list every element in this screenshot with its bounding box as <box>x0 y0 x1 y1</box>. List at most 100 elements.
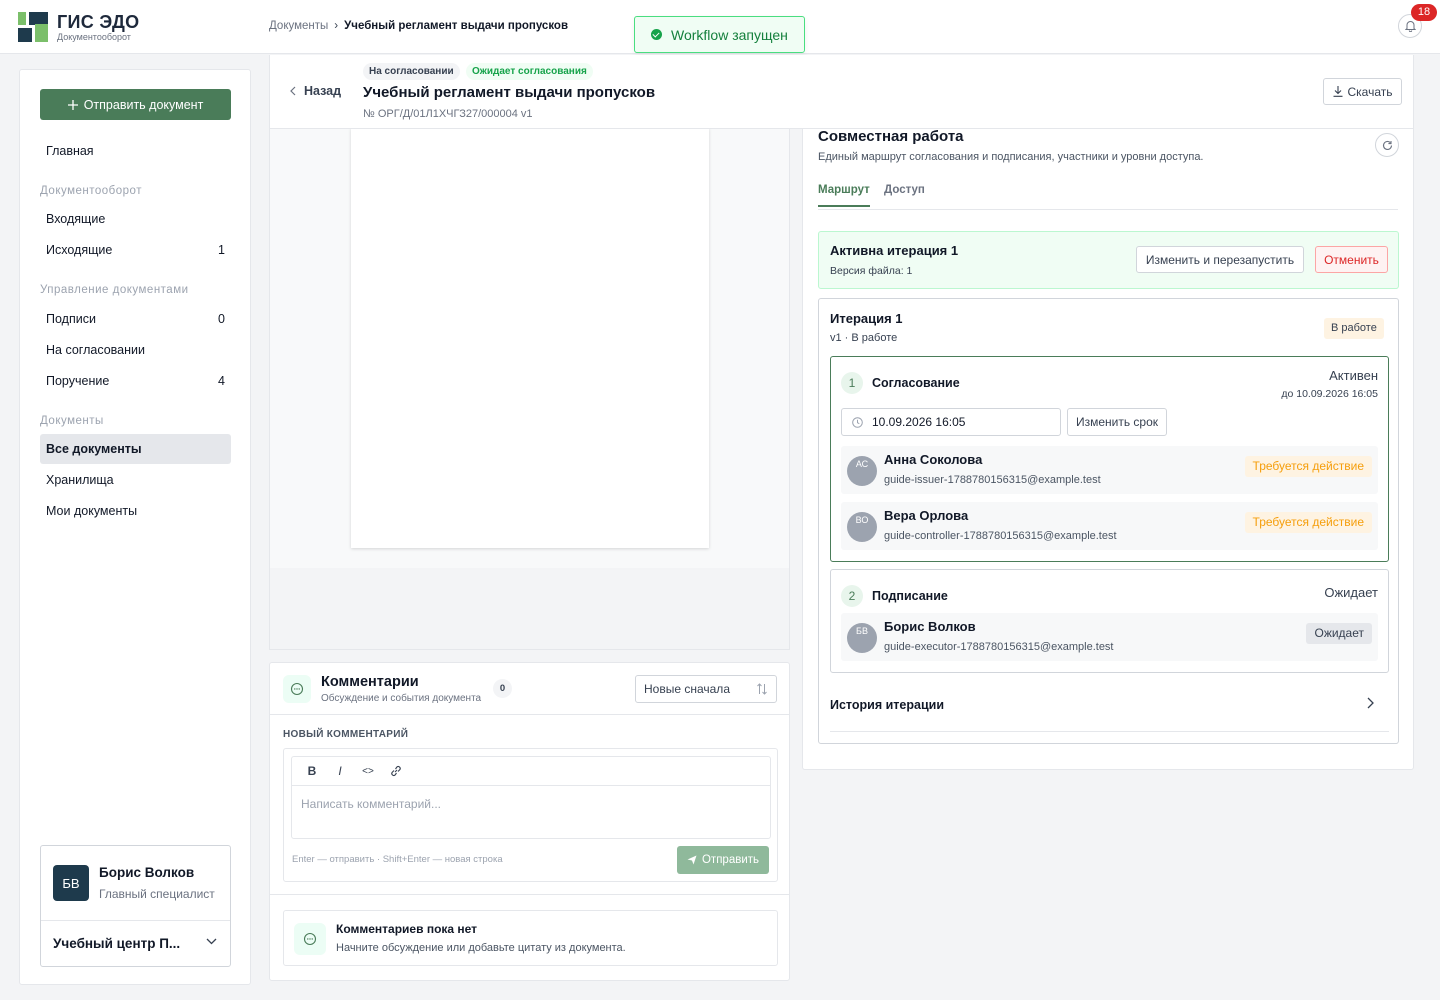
bold-button[interactable]: B <box>301 760 323 782</box>
collaboration-panel: Совместная работа Единый маршрут согласо… <box>802 128 1414 770</box>
user-card[interactable]: БВ Борис Волков Главный специалист Учебн… <box>40 845 231 967</box>
sidebar-item-storages[interactable]: Хранилища <box>40 465 231 495</box>
sidebar-group-workflow: Документооборот <box>40 185 142 197</box>
breadcrumb-current: Учебный регламент выдачи пропусков <box>344 20 569 32</box>
iteration-card: Итерация 1 v1 · В работе В работе 1 Согл… <box>818 298 1399 744</box>
editor-hint: Enter — отправить · Shift+Enter — новая … <box>292 854 503 865</box>
preview-canvas <box>270 128 789 568</box>
stage-state: Активен <box>1329 368 1378 383</box>
sidebar-item-label: Мои документы <box>46 504 138 518</box>
history-label: История итерации <box>830 698 945 712</box>
refresh-button[interactable] <box>1375 133 1399 157</box>
avatar: ВО <box>847 512 877 542</box>
divider <box>270 714 789 715</box>
comments-panel: Комментарии Обсуждение и события докумен… <box>269 662 790 981</box>
brand-subtitle: Документооборот <box>57 32 131 42</box>
bell-icon <box>1404 21 1416 32</box>
send-icon <box>687 855 697 865</box>
due-date-field[interactable]: 10.09.2026 16:05 <box>841 408 1061 436</box>
iteration-history-toggle[interactable]: История итерации <box>830 696 1389 732</box>
stage-number: 2 <box>841 585 863 607</box>
chevron-left-icon <box>290 86 296 96</box>
app-logo[interactable] <box>18 12 48 42</box>
sidebar-item-assignments[interactable]: Поручение 4 <box>40 366 231 396</box>
sidebar-item-count: 0 <box>218 312 225 326</box>
sidebar-item-my-documents[interactable]: Мои документы <box>40 496 231 526</box>
chevron-down-icon[interactable] <box>206 938 217 945</box>
empty-state-title: Комментариев пока нет <box>336 922 478 936</box>
sidebar-group-documents: Документы <box>40 415 104 427</box>
sidebar-item-label: Все документы <box>46 442 142 456</box>
waiting-badge: Ожидает согласования <box>466 63 593 80</box>
cancel-button[interactable]: Отменить <box>1315 246 1388 273</box>
brand: ГИС ЭДО Документооборот <box>57 12 139 42</box>
top-bar: ГИС ЭДО Документооборот Документы › Учебны… <box>0 0 1440 54</box>
notification-count-badge: 18 <box>1411 4 1437 21</box>
editor-toolbar: B I <> <box>292 757 770 786</box>
document-preview[interactable] <box>269 128 790 650</box>
participant-status: Требуется действие <box>1244 512 1372 533</box>
collaboration-title: Совместная работа <box>818 128 964 145</box>
comment-input[interactable]: Написать комментарий... <box>301 797 441 811</box>
send-comment-button[interactable]: Отправить <box>677 846 769 874</box>
code-button[interactable]: <> <box>357 760 379 782</box>
chevron-right-icon <box>1367 697 1374 709</box>
iteration-subtitle: v1 · В работе <box>830 332 898 344</box>
empty-state-subtitle: Начните обсуждение или добавьте цитату и… <box>336 942 626 954</box>
participant-email: guide-controller-1788780156315@example.t… <box>884 530 1117 542</box>
clock-icon <box>852 416 863 428</box>
check-circle-icon <box>651 29 662 40</box>
plus-icon <box>67 99 78 110</box>
sidebar-item-approval[interactable]: На согласовании <box>40 335 231 365</box>
tab-access[interactable]: Доступ <box>884 184 925 205</box>
participant-name: Борис Волков <box>884 619 976 634</box>
download-icon <box>1333 86 1342 97</box>
breadcrumb-parent[interactable]: Документы <box>269 20 328 32</box>
tab-route[interactable]: Маршрут <box>818 184 870 207</box>
back-button[interactable]: Назад <box>290 84 341 98</box>
participant-row: БВ Борис Волков guide-executor-178878015… <box>841 613 1378 661</box>
sidebar-item-outgoing[interactable]: Исходящие 1 <box>40 235 231 265</box>
italic-button[interactable]: I <box>329 760 351 782</box>
participant-status: Требуется действие <box>1244 456 1372 477</box>
divider <box>270 894 789 895</box>
toast-notification: Workflow запущен <box>634 16 805 53</box>
stage-name: Подписание <box>872 589 948 603</box>
stage-number: 1 <box>841 372 863 394</box>
sidebar-item-count: 4 <box>218 374 225 388</box>
sidebar-item-signatures[interactable]: Подписи 0 <box>40 304 231 334</box>
document-number: № ОРГ/Д/01Л1ХЧГЗ27/000004 v1 <box>363 108 533 120</box>
stage-approval: 1 Согласование Активен до 10.09.2026 16:… <box>830 356 1389 562</box>
download-button[interactable]: Скачать <box>1323 78 1402 105</box>
send-comment-label: Отправить <box>701 854 760 866</box>
participant-row: АС Анна Соколова guide-issuer-1788780156… <box>841 446 1378 494</box>
comments-count: 0 <box>493 679 512 698</box>
sidebar-item-home[interactable]: Главная <box>40 136 231 166</box>
change-due-button[interactable]: Изменить срок <box>1067 408 1167 436</box>
stage-signing: 2 Подписание Ожидает БВ Борис Волков gui… <box>830 569 1389 673</box>
participant-email: guide-executor-1788780156315@example.tes… <box>884 641 1114 653</box>
send-document-button[interactable]: Отправить документ <box>40 89 231 120</box>
sidebar-item-label: Главная <box>46 144 94 158</box>
sort-select[interactable]: Новые сначала <box>635 675 777 703</box>
document-header: Назад На согласовании Ожидает согласован… <box>269 55 1414 129</box>
iteration-title: Итерация 1 <box>830 311 903 326</box>
active-iteration-banner: Активна итерация 1 Версия файла: 1 Измен… <box>818 231 1399 289</box>
sidebar-item-label: Исходящие <box>46 243 113 257</box>
breadcrumb-separator: › <box>334 20 339 32</box>
empty-state: Комментариев пока нет Начните обсуждение… <box>283 910 778 966</box>
avatar: АС <box>847 456 877 486</box>
sidebar-item-all-documents[interactable]: Все документы <box>40 434 231 464</box>
sidebar-item-incoming[interactable]: Входящие <box>40 204 231 234</box>
link-icon <box>391 765 401 777</box>
due-date-value: 10.09.2026 16:05 <box>872 415 966 429</box>
participant-name: Анна Соколова <box>884 452 983 467</box>
organization-name[interactable]: Учебный центр П... <box>53 936 193 951</box>
restart-button[interactable]: Изменить и перезапустить <box>1136 246 1304 273</box>
sidebar-item-count: 1 <box>218 243 225 257</box>
link-button[interactable] <box>385 760 407 782</box>
sidebar-item-label: Подписи <box>46 312 96 326</box>
avatar: БВ <box>847 623 877 653</box>
download-label: Скачать <box>1347 84 1393 99</box>
user-name: Борис Волков <box>99 865 195 880</box>
